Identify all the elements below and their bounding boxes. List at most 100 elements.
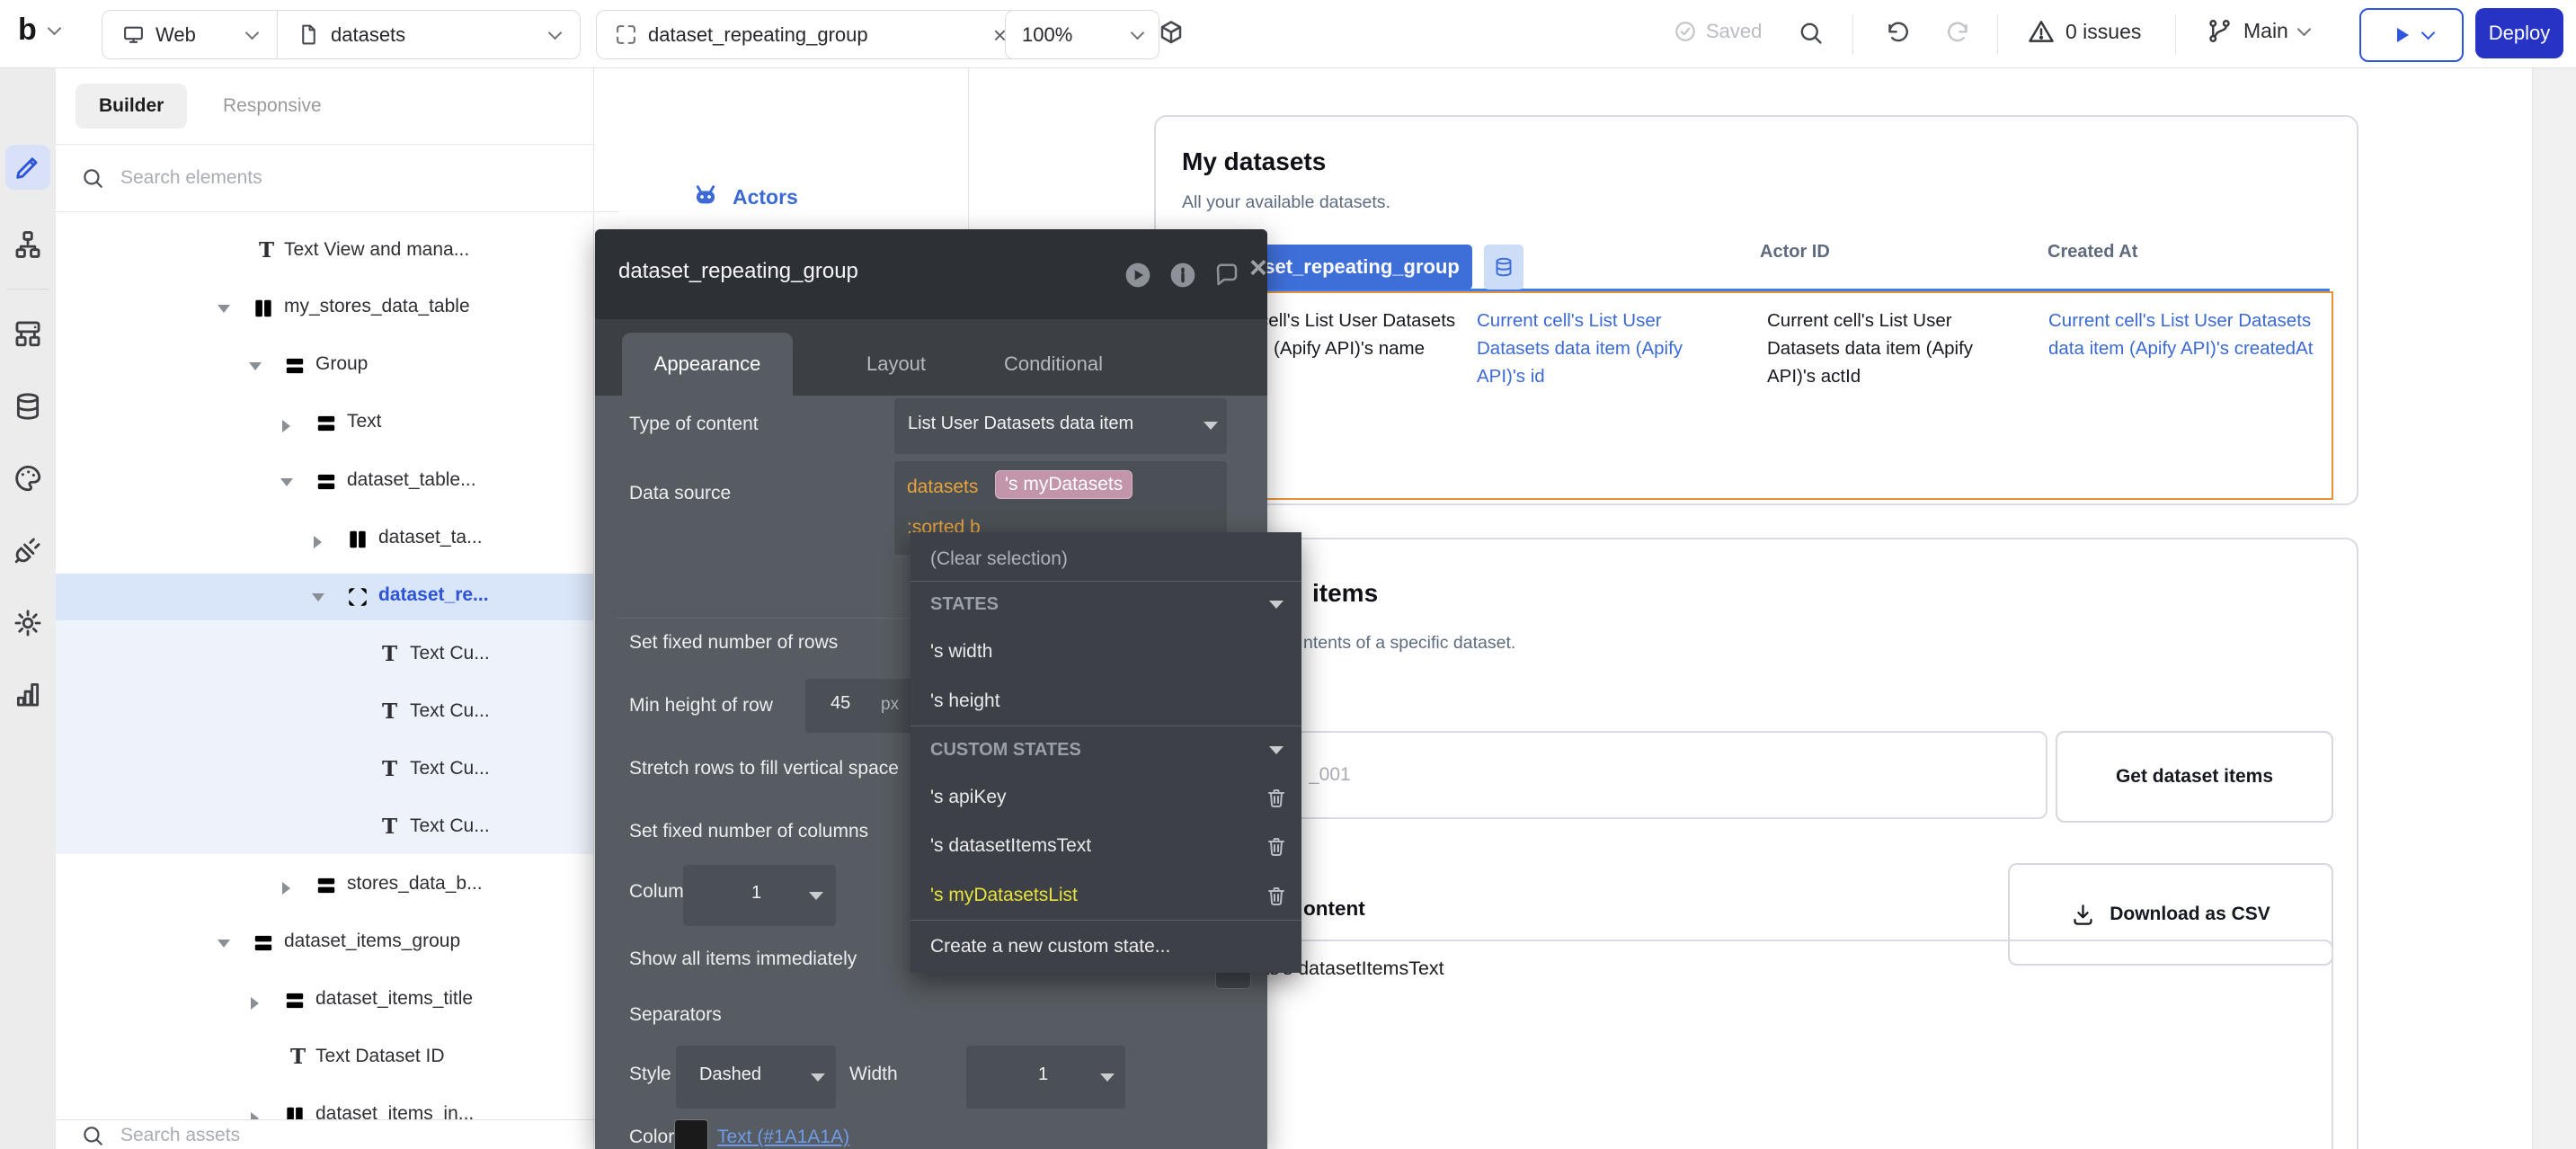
tab-conditional[interactable]: Conditional — [964, 333, 1143, 396]
canvas-outside-strip — [2532, 67, 2576, 1149]
my-datasets-card: My datasets All your available datasets.… — [1154, 115, 2358, 505]
tree-item[interactable]: TText Cu... — [56, 747, 593, 794]
column-header-actor-id: Actor ID — [1760, 242, 1830, 263]
menu-item-height-state[interactable]: 's height — [910, 676, 1301, 726]
element-tab[interactable]: dataset_repeating_group × — [596, 10, 1026, 59]
data-database-icon[interactable] — [13, 391, 43, 422]
tree-item[interactable]: Text — [56, 400, 593, 447]
nav-item-actors[interactable]: Actors — [691, 183, 798, 211]
tree-item[interactable]: TText Cu... — [56, 805, 593, 851]
menu-section-custom-states[interactable]: CUSTOM STATES — [910, 726, 1301, 773]
dataset-items-card: items ntents of a specific dataset. Get … — [1154, 538, 2358, 1149]
search-assets-input[interactable] — [119, 1124, 518, 1147]
tree-item[interactable]: TText Datasets — [56, 211, 593, 228]
trash-icon[interactable] — [1266, 787, 1287, 808]
element-tree: TText Datasets TText View and mana... my… — [56, 211, 593, 1119]
menu-item-clear-selection[interactable]: (Clear selection) — [910, 538, 1301, 581]
tab-layout[interactable]: Layout — [820, 333, 973, 396]
menu-item-create-custom-state[interactable]: Create a new custom state... — [910, 921, 1301, 973]
component-cube-icon[interactable] — [1158, 20, 1185, 47]
git-branch-icon — [2207, 18, 2233, 44]
play-icon — [2391, 24, 2412, 46]
panel-title: dataset_repeating_group — [618, 259, 858, 284]
tree-item[interactable]: TText View and mana... — [56, 228, 593, 275]
deploy-label: Deploy — [2489, 22, 2550, 45]
undo-icon[interactable] — [1885, 20, 1911, 46]
style-dropdown[interactable]: Dashed — [676, 1046, 836, 1109]
fixed-rows-label: Set fixed number of rows — [629, 632, 838, 654]
redo-icon[interactable] — [1945, 20, 1971, 46]
menu-item-datasetitemstext-state[interactable]: 's datasetItemsText — [910, 822, 1301, 870]
components-icon[interactable] — [13, 318, 43, 349]
panel-close-icon[interactable]: × — [1249, 253, 1267, 283]
tree-item[interactable]: dataset_ta... — [56, 516, 593, 563]
design-pencil-icon[interactable] — [13, 152, 43, 183]
branch-selector[interactable]: Main — [2207, 18, 2309, 44]
expression-state-highlighted[interactable]: 's myDatasets — [995, 470, 1133, 499]
repeating-group-outline[interactable]: Current cell's List User Datasets data i… — [1182, 291, 2333, 500]
tab-builder[interactable]: Builder — [76, 84, 187, 129]
card-title-fragment: items — [1312, 579, 1378, 608]
logo-letter: b — [18, 13, 37, 48]
cell-createdat-expression[interactable]: Current cell's List User Datasets data i… — [2048, 307, 2318, 362]
info-icon[interactable] — [1168, 261, 1197, 289]
comment-icon[interactable] — [1213, 262, 1240, 289]
width-dropdown[interactable]: 1 — [966, 1046, 1125, 1109]
columns-dropdown[interactable]: 1 — [683, 865, 836, 926]
tree-item[interactable]: Group — [56, 343, 593, 389]
tab-appearance[interactable]: Appearance — [622, 333, 793, 396]
tree-item[interactable]: my_stores_data_table — [56, 285, 593, 332]
width-state-label: 's width — [930, 641, 992, 663]
page-dropdown[interactable]: datasets — [278, 23, 580, 47]
issues-label: 0 issues — [2065, 20, 2141, 44]
tree-item[interactable]: dataset_items_group — [56, 920, 593, 966]
bubble-logo[interactable]: b — [18, 13, 59, 48]
cell-id-expression[interactable]: Current cell's List User Datasets data i… — [1477, 307, 1724, 390]
warning-triangle-icon — [2028, 18, 2055, 45]
menu-item-width-state[interactable]: 's width — [910, 627, 1301, 676]
tree-item-selected[interactable]: dataset_re... — [56, 574, 593, 620]
type-of-content-dropdown[interactable]: List User Datasets data item — [894, 398, 1227, 454]
zoom-dropdown[interactable]: 100% — [1005, 10, 1159, 59]
search-icon — [81, 1124, 104, 1147]
dataset-id-input[interactable] — [1182, 731, 2047, 819]
cell-actid-expression[interactable]: Current cell's List User Datasets data i… — [1767, 307, 1996, 390]
tab-responsive[interactable]: Responsive — [200, 84, 345, 129]
logs-chart-icon[interactable] — [13, 679, 43, 709]
plugins-plug-icon[interactable] — [13, 535, 43, 566]
get-dataset-items-button[interactable]: Get dataset items — [2056, 731, 2333, 823]
search-icon — [81, 166, 104, 190]
download-label: Download as CSV — [2110, 904, 2270, 925]
data-source-chip[interactable] — [1484, 245, 1523, 289]
menu-item-apikey-state[interactable]: 's apiKey — [910, 773, 1301, 822]
platform-dropdown[interactable]: Web — [102, 23, 277, 47]
preview-play-icon[interactable] — [1124, 261, 1152, 289]
element-tree-panel: Builder Responsive TText Datasets TText … — [56, 67, 594, 1149]
trash-icon[interactable] — [1266, 835, 1287, 857]
deploy-button[interactable]: Deploy — [2475, 8, 2563, 58]
trash-icon[interactable] — [1266, 885, 1287, 906]
expression-base[interactable]: datasets — [907, 477, 978, 498]
card-subtitle-fragment: ntents of a specific dataset. — [1303, 633, 1515, 654]
preview-button[interactable] — [2359, 8, 2464, 62]
workflow-sitemap-icon[interactable] — [13, 229, 43, 260]
tree-item[interactable]: dataset_table... — [56, 459, 593, 505]
tree-item[interactable]: dataset_items_in... — [56, 1092, 593, 1119]
styles-palette-icon[interactable] — [13, 463, 43, 494]
tree-item[interactable]: stores_data_b... — [56, 862, 593, 909]
menu-item-mydatasetslist-state[interactable]: 's myDatasetsList — [910, 870, 1301, 920]
issues-indicator[interactable]: 0 issues — [2028, 18, 2141, 45]
settings-gear-icon[interactable] — [13, 608, 43, 638]
tree-item[interactable]: TText Dataset ID — [56, 1035, 593, 1082]
tree-item[interactable]: dataset_items_title — [56, 977, 593, 1024]
style-label: Style — [629, 1064, 671, 1085]
search-elements-input[interactable] — [119, 166, 518, 190]
tree-item[interactable]: TText Cu... — [56, 690, 593, 736]
nav-actors-label: Actors — [733, 185, 798, 209]
menu-section-states[interactable]: STATES — [910, 582, 1301, 627]
tree-item[interactable]: TText Cu... — [56, 632, 593, 679]
color-swatch[interactable] — [674, 1119, 708, 1149]
search-icon[interactable] — [1798, 20, 1824, 46]
color-value-link[interactable]: Text (#1A1A1A) — [717, 1127, 849, 1148]
panel-header[interactable]: dataset_repeating_group × — [595, 229, 1267, 319]
